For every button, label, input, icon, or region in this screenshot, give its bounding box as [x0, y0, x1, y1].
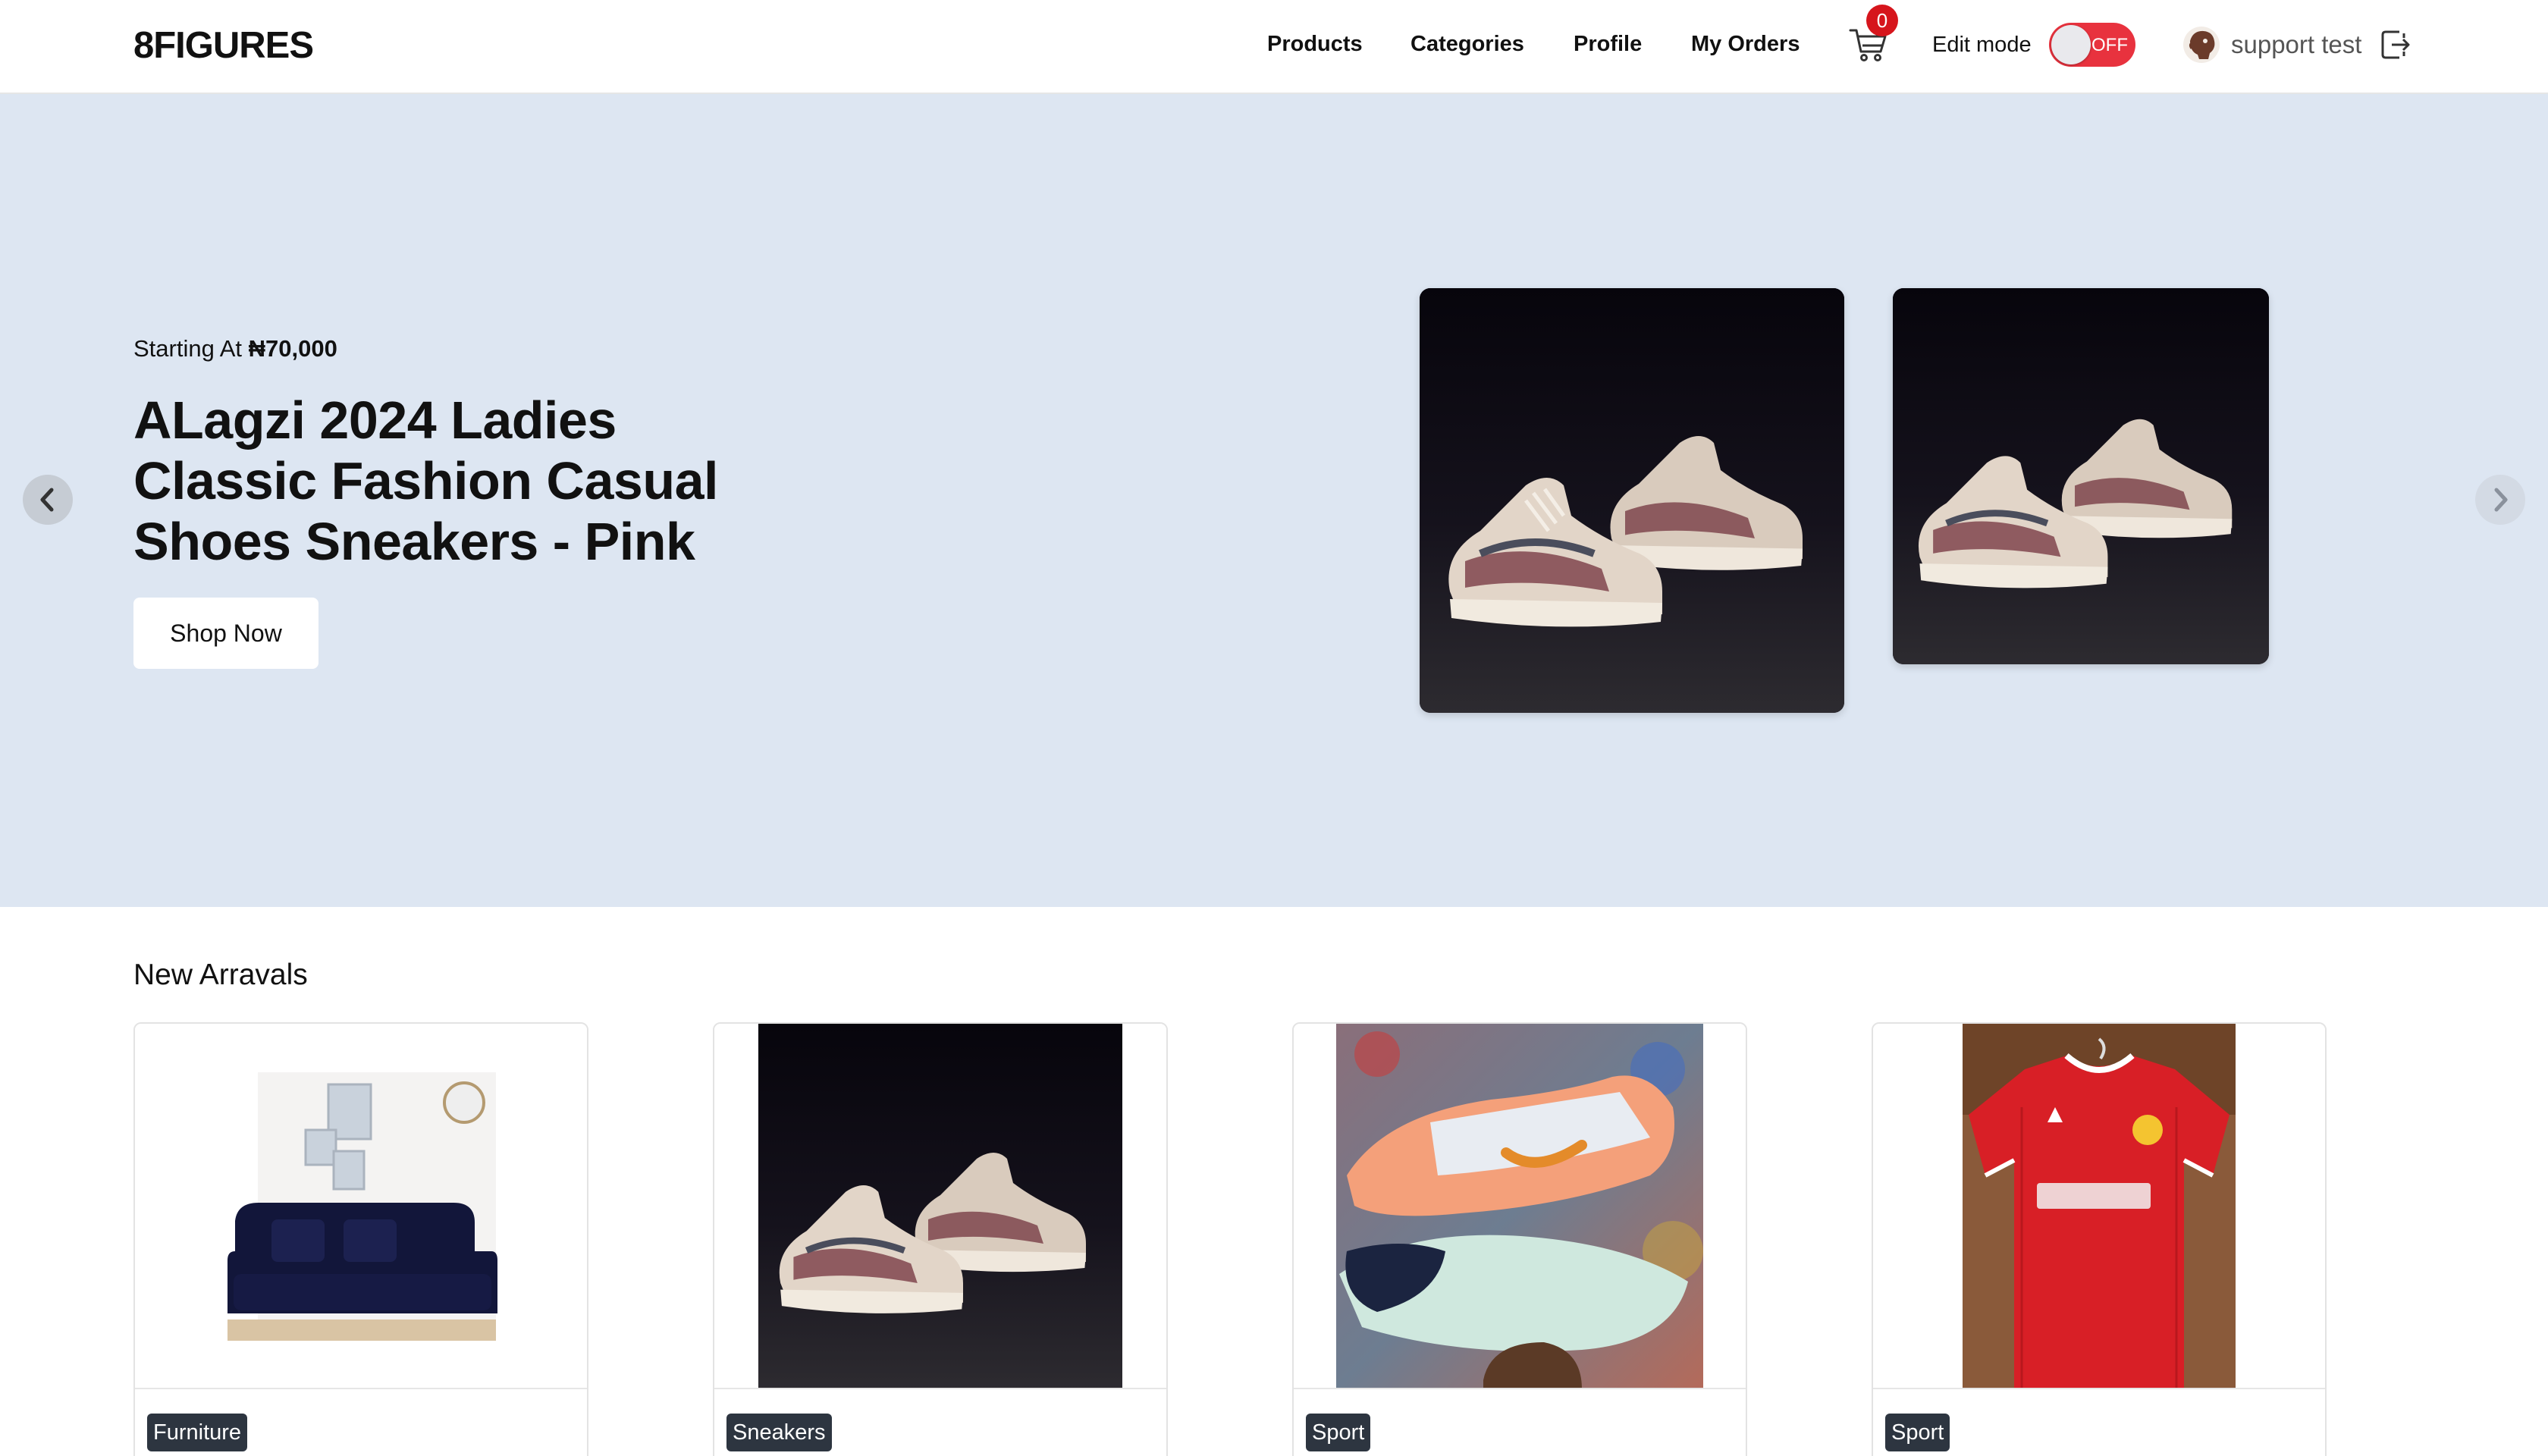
toggle-knob	[2051, 25, 2091, 64]
product-image	[1294, 1024, 1746, 1389]
new-arrivals-heading: New Arravals	[133, 959, 308, 991]
hero-product-image[interactable]	[1420, 288, 1844, 713]
hero-price: ₦70,000	[248, 335, 337, 362]
category-tag: Furniture	[147, 1414, 248, 1451]
toggle-state-text: OFF	[2091, 35, 2128, 55]
product-image	[714, 1024, 1166, 1389]
category-tag: Sport	[1885, 1414, 1950, 1451]
hero-price-line: Starting At ₦70,000	[133, 335, 337, 362]
hero-title: ALagzi 2024 Ladies Classic Fashion Casua…	[133, 391, 718, 571]
chevron-left-icon	[40, 488, 54, 512]
hero-price-prefix: Starting At	[133, 335, 249, 362]
carousel-next-button[interactable]	[2475, 475, 2525, 525]
nav-products-link[interactable]: Products	[1267, 32, 1363, 57]
product-card-sport-jersey[interactable]: Sport	[1872, 1022, 2327, 1456]
product-image	[135, 1024, 587, 1389]
nav-my-orders-link[interactable]: My Orders	[1691, 32, 1800, 57]
user-avatar[interactable]	[2182, 26, 2220, 64]
edit-mode-toggle[interactable]: OFF	[2049, 23, 2135, 67]
logout-icon[interactable]	[2380, 27, 2413, 62]
cart-count-badge: 0	[1866, 5, 1898, 36]
hero-product-image-secondary[interactable]	[1893, 288, 2269, 664]
category-tag: Sneakers	[726, 1414, 832, 1451]
hero-banner: Starting At ₦70,000 ALagzi 2024 Ladies C…	[0, 94, 2548, 907]
top-navbar: 8FIGURES Products Categories Profile My …	[0, 0, 2548, 94]
nav-profile-link[interactable]: Profile	[1574, 32, 1642, 57]
nav-categories-link[interactable]: Categories	[1410, 32, 1524, 57]
product-card-sneakers[interactable]: Sneakers	[713, 1022, 1168, 1456]
product-card-sport-boots[interactable]: Sport	[1292, 1022, 1747, 1456]
user-name[interactable]: support test	[2231, 30, 2361, 59]
brand-logo[interactable]: 8FIGURES	[133, 24, 314, 67]
shop-now-button[interactable]: Shop Now	[133, 598, 318, 669]
edit-mode-label: Edit mode	[1932, 33, 2032, 57]
category-tag: Sport	[1306, 1414, 1371, 1451]
product-image	[1873, 1024, 2325, 1389]
carousel-prev-button[interactable]	[23, 475, 73, 525]
product-card-furniture[interactable]: Furniture	[133, 1022, 588, 1456]
chevron-right-icon	[2494, 488, 2508, 512]
